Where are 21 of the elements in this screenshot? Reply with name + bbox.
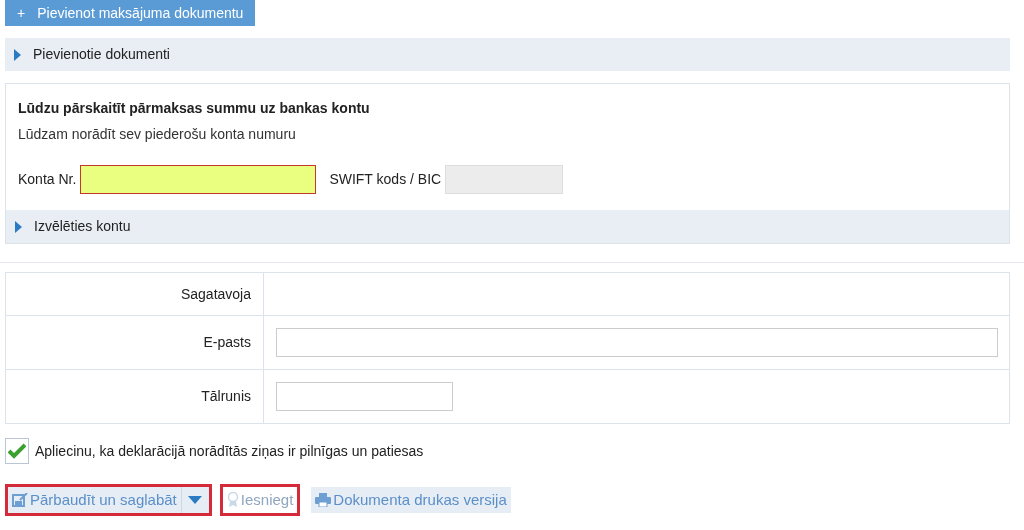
checkbox[interactable] xyxy=(5,438,29,464)
printer-icon xyxy=(315,493,332,507)
field-label: Konta Nr. xyxy=(18,170,77,189)
row-label: Tālrunis xyxy=(201,387,251,406)
save-button[interactable]: Pārbaudīt un saglabāt xyxy=(8,487,181,513)
section-header[interactable]: Pievienotie dokumenti xyxy=(5,38,1010,71)
confirmation-text: Apliecinu, ka deklarācijā norādītās ziņas ir pilnīgas un patiesas xyxy=(35,441,424,461)
row-label: Sagatavoja xyxy=(180,284,251,304)
award-icon xyxy=(226,492,239,508)
print-button[interactable]: Dokumenta drukas versija xyxy=(311,487,511,513)
field-label: SWIFT kods / BIC xyxy=(329,170,442,189)
section-header[interactable]: Izvēlēties kontu xyxy=(6,210,1009,243)
card-title: Lūdzu pārskaitīt pārmaksas summu uz bankas kontu xyxy=(18,99,371,118)
checkmark-icon xyxy=(8,443,26,459)
card-subtitle: Lūdzam norādīt sev piederošu konta numuru xyxy=(18,125,297,144)
caret-down-icon xyxy=(188,496,203,504)
row-label: E-pasts xyxy=(203,333,251,352)
save-icon xyxy=(12,493,28,507)
add-document-button[interactable]: + Pievienot maksājuma dokumentu xyxy=(5,0,256,26)
text-field[interactable] xyxy=(80,165,317,194)
dropdown-button[interactable] xyxy=(180,487,209,513)
